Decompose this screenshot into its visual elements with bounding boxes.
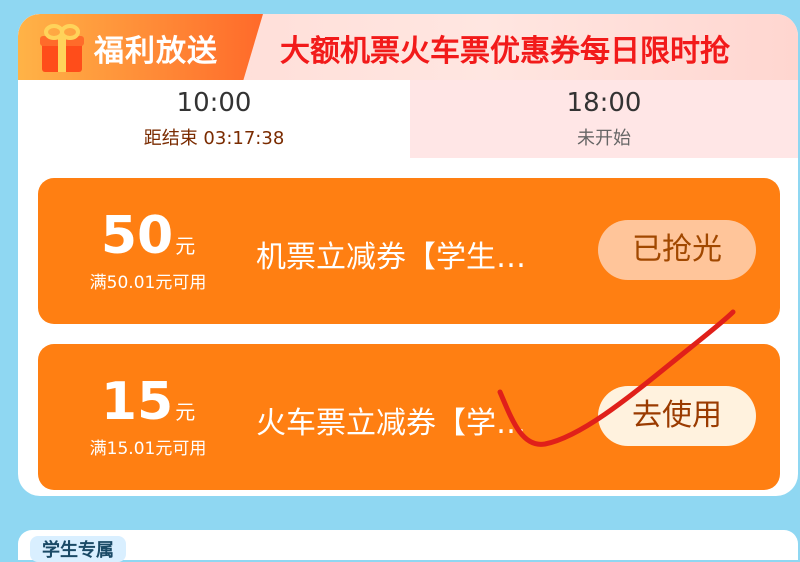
promo-banner: 福利放送 大额机票火车票优惠券每日限时抢	[18, 14, 798, 80]
use-coupon-button[interactable]: 去使用	[598, 386, 756, 446]
coupon-condition: 满15.01元可用	[89, 439, 207, 459]
coupon-condition: 满50.01元可用	[89, 273, 207, 293]
student-section-card: 学生专属	[18, 530, 798, 562]
coupon-value: 50 元 满50.01元可用	[68, 210, 228, 293]
coupon-amount: 15	[100, 372, 174, 432]
badge-label: 福利放送	[94, 34, 218, 69]
coupon-unit: 元	[175, 234, 196, 258]
banner-title: 大额机票火车票优惠券每日限时抢	[280, 34, 730, 69]
welfare-badge: 福利放送	[18, 14, 263, 80]
sold-out-button[interactable]: 已抢光	[598, 220, 756, 280]
tab-session-1000[interactable]: 10:00 距结束 03:17:38	[18, 80, 410, 158]
coupon-name: 机票立减券【学生…	[256, 240, 526, 275]
tab-time: 10:00	[176, 88, 252, 118]
tab-session-1800[interactable]: 18:00 未开始	[410, 80, 798, 158]
flash-sale-panel: 福利放送 大额机票火车票优惠券每日限时抢 10:00 距结束 03:17:38 …	[18, 14, 798, 496]
coupon-value: 15 元 满15.01元可用	[68, 376, 228, 459]
coupon-name: 火车票立减券【学…	[256, 406, 526, 441]
section-tag: 学生专属	[30, 536, 126, 562]
tab-time: 18:00	[566, 88, 642, 118]
status-text: 未开始	[577, 128, 631, 149]
coupon-amount: 50	[100, 206, 174, 266]
coupon-card: 15 元 满15.01元可用 火车票立减券【学… 去使用	[38, 344, 780, 490]
coupon-card: 50 元 满50.01元可用 机票立减券【学生… 已抢光	[38, 178, 780, 324]
countdown-text: 距结束 03:17:38	[143, 128, 285, 149]
gift-icon	[40, 24, 84, 72]
coupon-unit: 元	[175, 400, 196, 424]
